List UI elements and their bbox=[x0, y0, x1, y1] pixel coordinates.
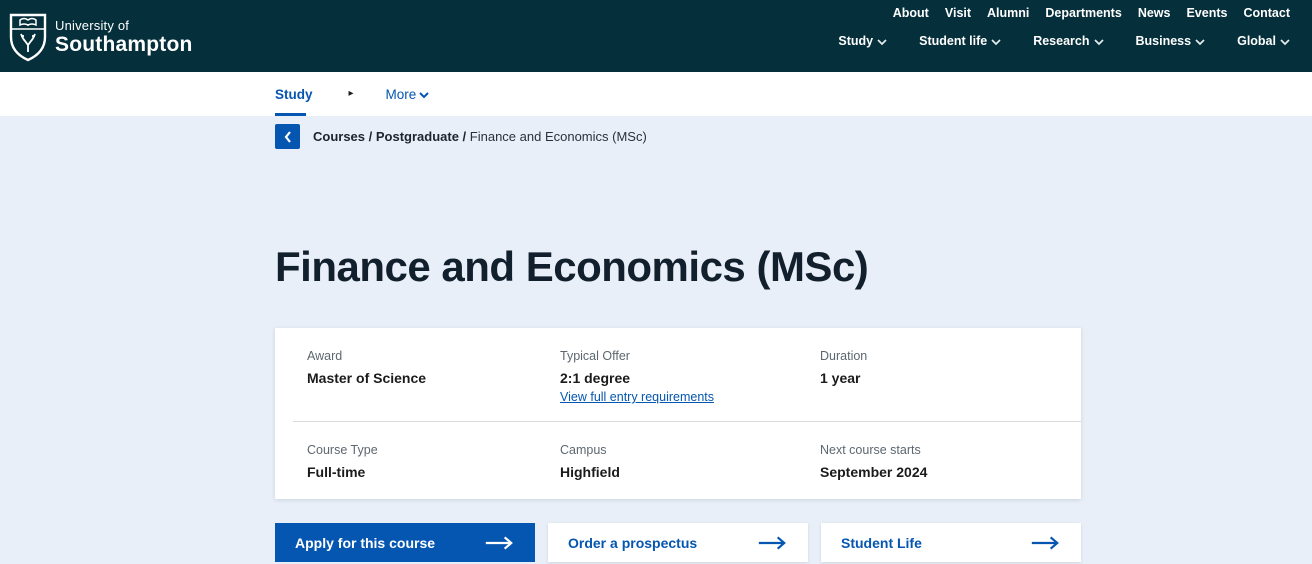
university-crest-icon bbox=[8, 12, 48, 62]
fact-label: Course Type bbox=[307, 443, 560, 457]
fact-label: Award bbox=[307, 349, 560, 363]
chevron-down-icon bbox=[1094, 39, 1104, 46]
fact-campus: Campus Highfield bbox=[560, 443, 820, 480]
caret-right-icon: ▸ bbox=[349, 89, 354, 99]
utility-nav-visit[interactable]: Visit bbox=[945, 6, 971, 20]
fact-course-type: Course Type Full-time bbox=[307, 443, 560, 480]
apply-course-button[interactable]: Apply for this course bbox=[275, 523, 535, 562]
utility-nav-contact[interactable]: Contact bbox=[1243, 6, 1290, 20]
fact-label: Duration bbox=[820, 349, 1081, 363]
fact-duration: Duration 1 year bbox=[820, 349, 1081, 406]
order-prospectus-button[interactable]: Order a prospectus bbox=[548, 523, 808, 562]
breadcrumb-path[interactable]: Courses / Postgraduate / bbox=[313, 129, 466, 144]
chevron-down-icon bbox=[419, 92, 429, 99]
chevron-down-icon bbox=[1280, 39, 1290, 46]
primary-nav-student-life[interactable]: Student life bbox=[919, 34, 1001, 48]
fact-label: Typical Offer bbox=[560, 349, 820, 363]
facts-row-2: Course Type Full-time Campus Highfield N… bbox=[275, 422, 1081, 499]
primary-nav-study-label: Study bbox=[838, 34, 873, 48]
breadcrumb-current: Finance and Economics (MSc) bbox=[470, 129, 647, 144]
main-content: Courses / Postgraduate / Finance and Eco… bbox=[0, 124, 1312, 562]
fact-value: September 2024 bbox=[820, 464, 1081, 480]
course-facts-card: Award Master of Science Typical Offer 2:… bbox=[275, 328, 1081, 499]
primary-nav-research[interactable]: Research bbox=[1033, 34, 1103, 48]
fact-label: Campus bbox=[560, 443, 820, 457]
facts-row-1: Award Master of Science Typical Offer 2:… bbox=[275, 328, 1081, 421]
primary-nav-research-label: Research bbox=[1033, 34, 1089, 48]
active-tab-underline bbox=[275, 113, 306, 116]
site-header: University of Southampton About Visit Al… bbox=[0, 0, 1312, 72]
subnav-item-study[interactable]: Study bbox=[275, 87, 313, 102]
primary-nav-business[interactable]: Business bbox=[1136, 34, 1206, 48]
student-life-button[interactable]: Student Life bbox=[821, 523, 1081, 562]
subnav-more-label: More bbox=[386, 87, 417, 102]
logo-line1: University of bbox=[55, 19, 193, 32]
primary-nav-student-life-label: Student life bbox=[919, 34, 987, 48]
chevron-down-icon bbox=[877, 39, 887, 46]
page-title: Finance and Economics (MSc) bbox=[0, 244, 1312, 290]
utility-nav-events[interactable]: Events bbox=[1186, 6, 1227, 20]
fact-value: Master of Science bbox=[307, 370, 560, 386]
breadcrumb: Courses / Postgraduate / Finance and Eco… bbox=[0, 124, 1312, 149]
entry-requirements-link[interactable]: View full entry requirements bbox=[560, 390, 714, 404]
subnav-more-dropdown[interactable]: More bbox=[386, 87, 430, 102]
logo-line2: Southampton bbox=[55, 34, 193, 55]
student-life-label: Student Life bbox=[841, 535, 922, 551]
section-subnav: Study ▸ More bbox=[0, 72, 1312, 116]
action-buttons: Apply for this course Order a prospectus… bbox=[275, 523, 1312, 562]
utility-nav-departments[interactable]: Departments bbox=[1045, 6, 1121, 20]
apply-course-label: Apply for this course bbox=[295, 535, 435, 551]
utility-nav-news[interactable]: News bbox=[1138, 6, 1171, 20]
primary-nav-business-label: Business bbox=[1136, 34, 1192, 48]
utility-nav-about[interactable]: About bbox=[893, 6, 929, 20]
utility-nav-alumni[interactable]: Alumni bbox=[987, 6, 1029, 20]
primary-nav-global[interactable]: Global bbox=[1237, 34, 1290, 48]
fact-value: 1 year bbox=[820, 370, 1081, 386]
fact-next-start: Next course starts September 2024 bbox=[820, 443, 1081, 480]
utility-nav: About Visit Alumni Departments News Even… bbox=[893, 6, 1290, 20]
chevron-down-icon bbox=[991, 39, 1001, 46]
fact-value: Highfield bbox=[560, 464, 820, 480]
back-button[interactable] bbox=[275, 124, 300, 149]
arrow-right-icon bbox=[483, 535, 515, 551]
university-logo[interactable]: University of Southampton bbox=[8, 2, 193, 72]
fact-typical-offer: Typical Offer 2:1 degree View full entry… bbox=[560, 349, 820, 406]
chevron-left-icon bbox=[284, 131, 292, 143]
primary-nav-global-label: Global bbox=[1237, 34, 1276, 48]
fact-label: Next course starts bbox=[820, 443, 1081, 457]
arrow-right-icon bbox=[1029, 535, 1061, 551]
fact-value: Full-time bbox=[307, 464, 560, 480]
primary-nav: Study Student life Research Business Glo… bbox=[838, 34, 1290, 48]
chevron-down-icon bbox=[1195, 39, 1205, 46]
order-prospectus-label: Order a prospectus bbox=[568, 535, 697, 551]
breadcrumb-text: Courses / Postgraduate / Finance and Eco… bbox=[313, 129, 647, 144]
fact-value: 2:1 degree bbox=[560, 370, 820, 386]
arrow-right-icon bbox=[756, 535, 788, 551]
primary-nav-study[interactable]: Study bbox=[838, 34, 887, 48]
university-logo-text: University of Southampton bbox=[55, 19, 193, 55]
fact-award: Award Master of Science bbox=[307, 349, 560, 406]
header-navs: About Visit Alumni Departments News Even… bbox=[838, 0, 1290, 72]
